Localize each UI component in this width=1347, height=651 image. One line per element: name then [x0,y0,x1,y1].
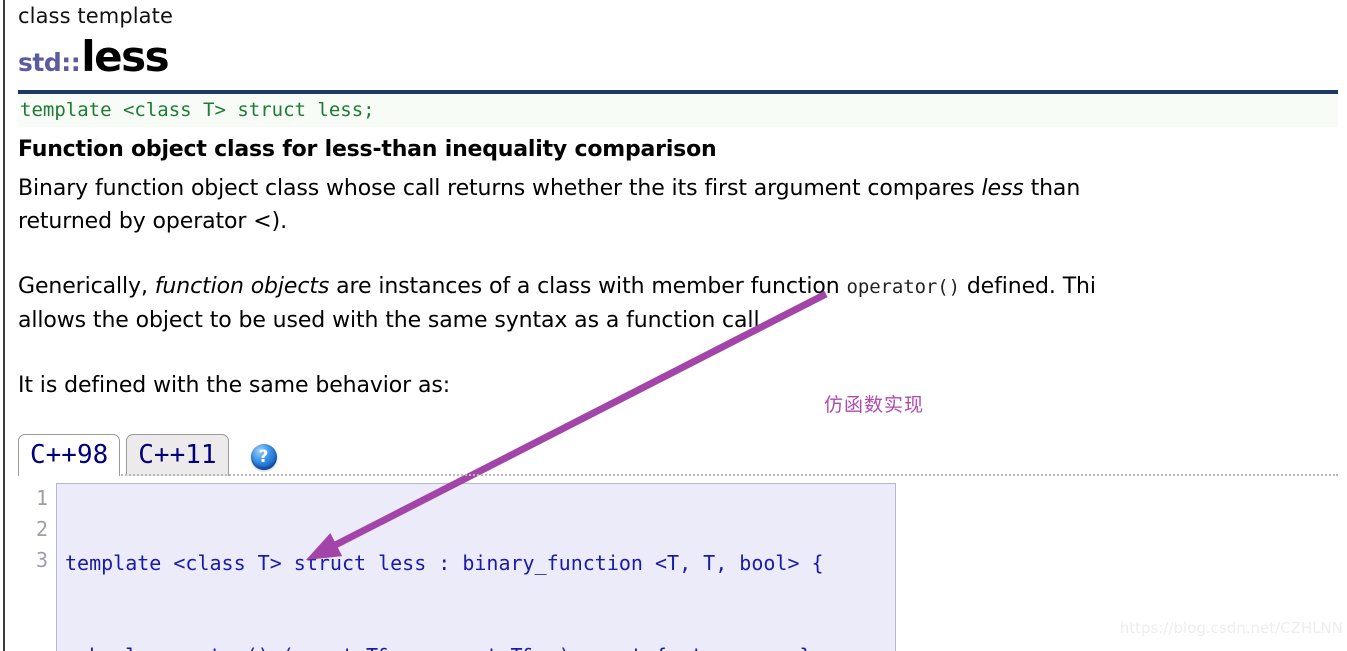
description-paragraph-2: Generically, function objects are instan… [18,270,1347,337]
version-tabs: C++98 C++11 ? [18,432,1347,476]
title-name: less [81,32,169,81]
operator-call-code: operator() [846,276,960,298]
desc1-text-b: than [1023,176,1081,201]
page-title: std:: less [18,32,1347,84]
line-number: 1 [35,486,48,510]
title-namespace: std:: [18,48,81,77]
code-block[interactable]: template <class T> struct less : binary_… [56,483,896,651]
code-line-numbers: 1 2 3 [18,483,56,576]
desc2-text-b: are instances of a class with member fun… [329,274,847,299]
line-number: 3 [35,548,48,572]
tab-cpp11[interactable]: C++11 [126,434,229,476]
reference-page: class template std:: less template <class… [18,0,1347,651]
code-line: bool operator() (const T& x, const T& y)… [65,641,887,651]
code-line: template <class T> struct less : binary_… [65,551,824,575]
help-icon[interactable]: ? [250,444,277,470]
desc1-line2: returned by operator <). [18,209,287,234]
desc2-emphasis: function objects [154,274,330,299]
left-edge-rule [3,0,5,651]
summary-heading: Function object class for less-than ineq… [18,137,717,162]
page-kicker: class template [18,4,174,28]
tab-bar: C++98 C++11 ? [18,434,277,476]
desc1-emphasis: less [981,176,1024,201]
tab-cpp98[interactable]: C++98 [18,434,121,476]
chinese-annotation-label: 仿函数实现 [824,394,925,416]
description-paragraph-1: Binary function object class whose call … [18,172,1347,238]
desc2-line2: allows the object to be used with the sa… [18,308,767,333]
desc2-text-a: Generically, [18,274,155,299]
description-paragraph-3: It is defined with the same behavior as: [18,373,451,398]
desc2-text-c: defined. Thi [959,274,1096,299]
blog-watermark: https://blog.csdn.net/CZHLNN [1119,619,1343,637]
desc1-text-a: Binary function object class whose call … [18,176,982,201]
declaration-signature: template <class T> struct less; [18,90,1338,127]
tab-underline [18,474,1338,476]
line-number: 2 [35,517,48,541]
